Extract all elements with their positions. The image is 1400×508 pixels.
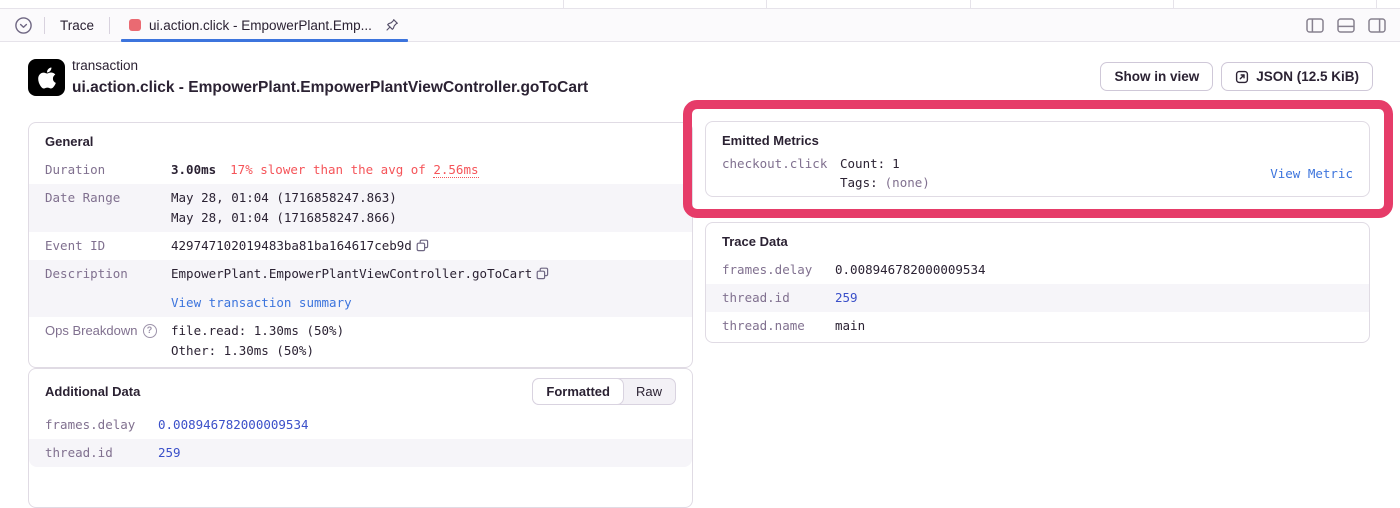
row-value: 259 <box>158 443 181 463</box>
row-value: 259 <box>835 288 858 308</box>
table-row: thread.name main <box>706 312 1369 342</box>
row-value: 0.008946782000009534 <box>158 415 309 435</box>
transaction-op-icon <box>129 19 141 31</box>
tabs-chevron-button[interactable] <box>14 16 33 35</box>
grid-divider <box>563 0 564 8</box>
show-in-view-button[interactable]: Show in view <box>1100 62 1213 91</box>
trace-grid-top-strip <box>0 0 1400 8</box>
row-value: 0.008946782000009534 <box>835 260 986 280</box>
help-icon[interactable]: ? <box>143 324 157 338</box>
ops-breakdown-row: Ops Breakdown ? file.read: 1.30ms (50%) … <box>29 317 692 367</box>
tags-value: (none) <box>885 173 930 192</box>
pin-icon[interactable] <box>384 17 400 33</box>
layout-left-panel-icon[interactable] <box>1306 18 1324 33</box>
grid-divider <box>1173 0 1174 8</box>
drawer-tab-bar: Trace ui.action.click - EmpowerPlant.Emp… <box>0 8 1400 42</box>
grid-divider <box>970 0 971 8</box>
ops-breakdown-line-1: file.read: 1.30ms (50%) <box>171 321 344 341</box>
tab-transaction[interactable]: ui.action.click - EmpowerPlant.Emp... <box>121 9 408 41</box>
event-id-value: 429747102019483ba81ba164617ceb9d <box>171 238 412 253</box>
count-label: Count: <box>840 154 885 173</box>
date-range-row: Date Range May 28, 01:04 (1716858247.863… <box>29 184 692 232</box>
additional-data-section: Additional Data Formatted Raw frames.del… <box>28 368 693 508</box>
header-actions: Show in view JSON (12.5 KiB) <box>1100 62 1373 91</box>
tab-divider <box>44 17 45 34</box>
row-key: frames.delay <box>45 415 158 435</box>
duration-key: Duration <box>45 160 171 180</box>
copy-icon[interactable] <box>416 239 429 252</box>
row-key: thread.id <box>45 443 158 463</box>
format-toggle: Formatted Raw <box>532 378 676 405</box>
json-button[interactable]: JSON (12.5 KiB) <box>1221 62 1373 91</box>
ops-breakdown-key: Ops Breakdown <box>45 321 138 341</box>
active-tab-underline <box>121 39 408 42</box>
row-key: frames.delay <box>722 260 835 280</box>
general-section: General Duration 3.00ms 17% slower than t… <box>28 122 693 368</box>
count-value: 1 <box>892 154 900 173</box>
description-key: Description <box>45 264 171 313</box>
grid-divider <box>766 0 767 8</box>
description-value: EmpowerPlant.EmpowerPlantViewController.… <box>171 266 532 281</box>
duration-value: 3.00ms <box>171 162 216 177</box>
view-metric-link[interactable]: View Metric <box>1270 164 1353 183</box>
ops-breakdown-line-2: Other: 1.30ms (50%) <box>171 341 344 361</box>
copy-icon[interactable] <box>536 267 549 280</box>
emitted-metric-row: checkout.click Count: 1 Tags: (none) Vie… <box>706 152 1369 192</box>
duration-average-value[interactable]: 2.56ms <box>433 162 478 178</box>
layout-right-panel-icon[interactable] <box>1368 18 1386 33</box>
table-row: frames.delay 0.008946782000009534 <box>29 411 692 439</box>
emitted-metrics-title: Emitted Metrics <box>706 122 1369 152</box>
view-transaction-summary-link[interactable]: View transaction summary <box>171 295 352 310</box>
row-key: thread.id <box>722 288 835 308</box>
chevron-down-circle-icon <box>14 16 33 35</box>
additional-data-title: Additional Data <box>45 384 140 399</box>
tab-trace[interactable]: Trace <box>56 18 98 33</box>
layout-bottom-panel-icon[interactable] <box>1337 18 1355 33</box>
table-row: frames.delay 0.008946782000009534 <box>706 256 1369 284</box>
trace-data-title: Trace Data <box>706 223 1369 256</box>
date-range-start: May 28, 01:04 (1716858247.863) <box>171 188 397 208</box>
tab-transaction-label: ui.action.click - EmpowerPlant.Emp... <box>149 18 372 33</box>
table-row: thread.id 259 <box>29 439 692 467</box>
emitted-metrics-section: Emitted Metrics checkout.click Count: 1 … <box>705 121 1370 197</box>
page-title: ui.action.click - EmpowerPlant.EmpowerPl… <box>72 79 588 97</box>
row-value: main <box>835 316 865 336</box>
date-range-end: May 28, 01:04 (1716858247.866) <box>171 208 397 228</box>
event-type-label: transaction <box>72 58 138 73</box>
tags-label: Tags: <box>840 173 878 192</box>
general-section-title: General <box>29 123 692 156</box>
event-id-row: Event ID 429747102019483ba81ba164617ceb9… <box>29 232 692 260</box>
formatted-button[interactable]: Formatted <box>532 378 624 405</box>
trace-data-section: Trace Data frames.delay 0.00894678200000… <box>705 222 1370 343</box>
grid-divider <box>1376 0 1377 8</box>
json-button-label: JSON (12.5 KiB) <box>1256 69 1359 84</box>
external-link-icon <box>1235 70 1249 84</box>
metric-name: checkout.click <box>722 154 840 173</box>
event-id-key: Event ID <box>45 236 171 256</box>
table-row: thread.id 259 <box>706 284 1369 312</box>
raw-button[interactable]: Raw <box>623 379 675 404</box>
row-key: thread.name <box>722 316 835 336</box>
tab-divider <box>109 17 110 34</box>
date-range-key: Date Range <box>45 188 171 228</box>
duration-warning-text: 17% slower than the avg of <box>230 162 433 177</box>
duration-row: Duration 3.00ms 17% slower than the avg o… <box>29 156 692 184</box>
description-row: Description EmpowerPlant.EmpowerPlantVie… <box>29 260 692 317</box>
apple-platform-icon <box>28 59 65 96</box>
